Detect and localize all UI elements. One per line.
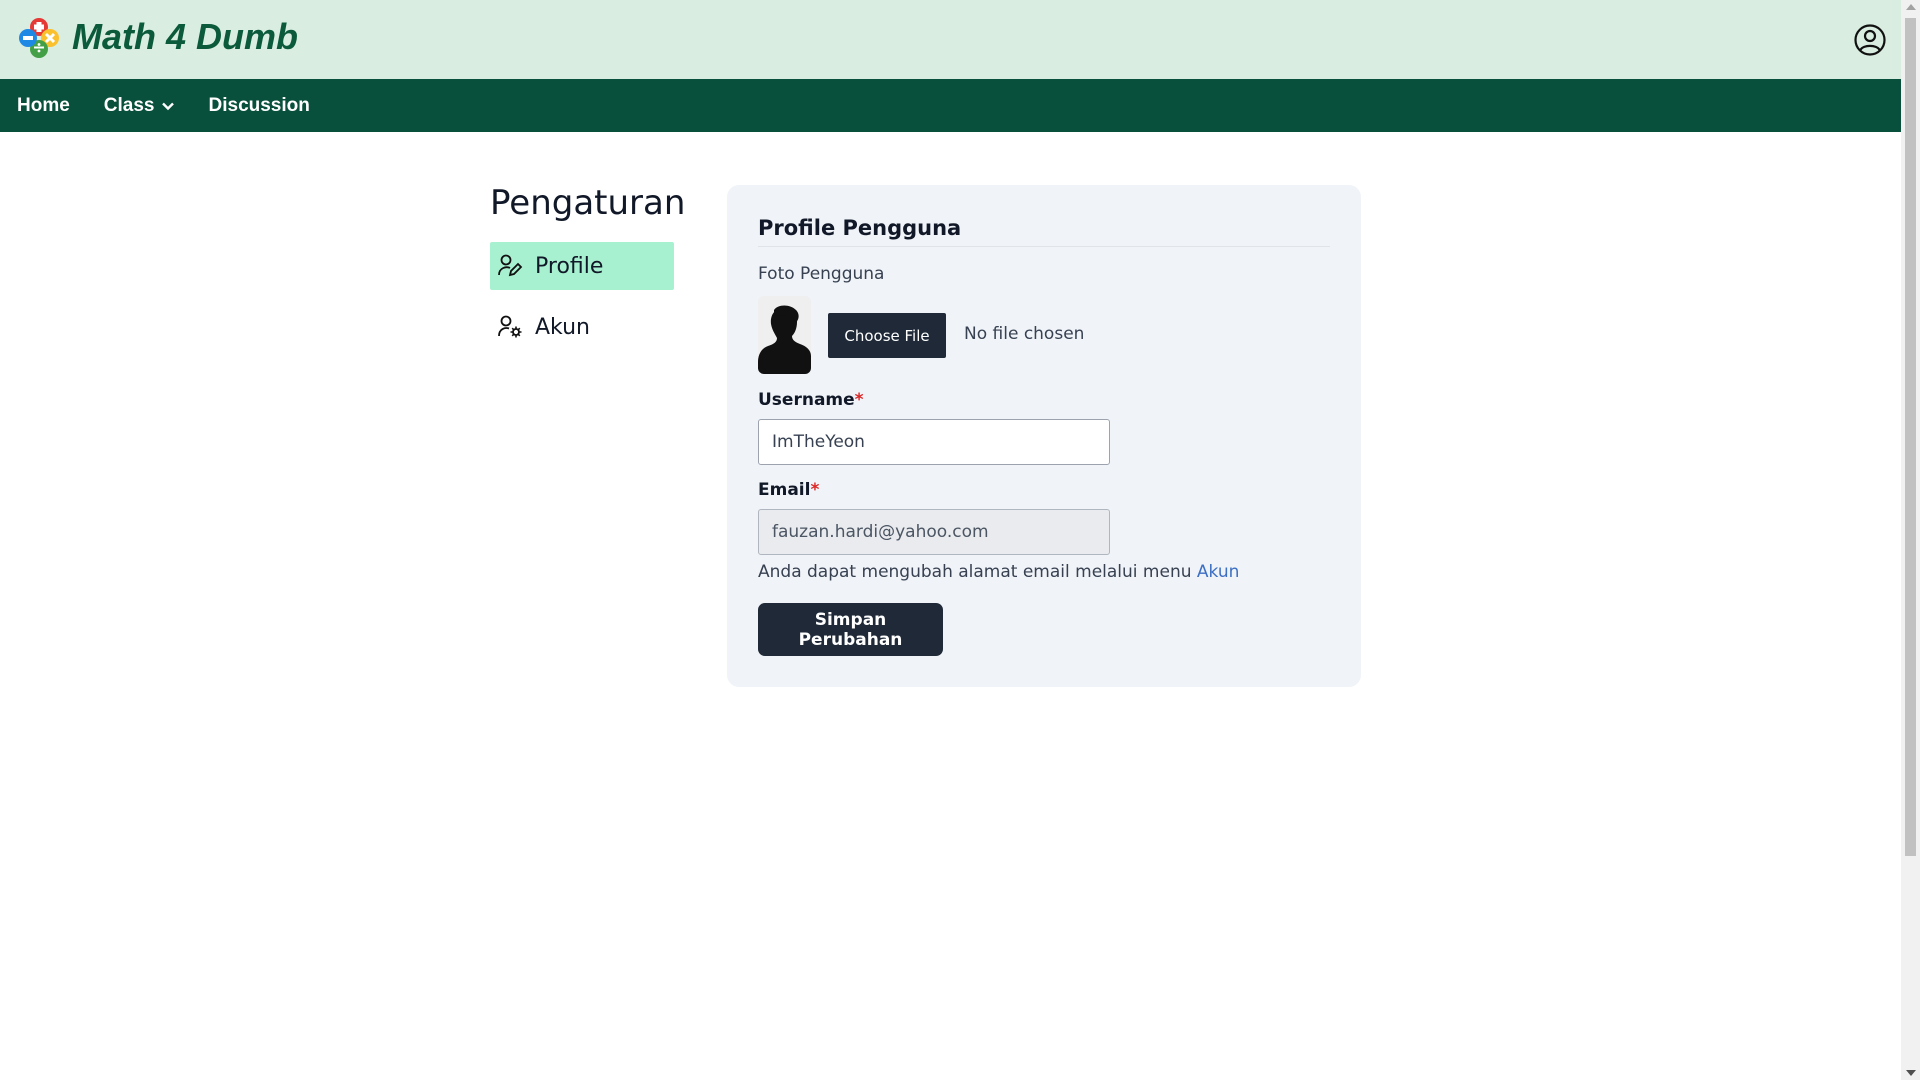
username-label: Username* <box>758 390 864 410</box>
nav-home-label: Home <box>17 94 70 116</box>
chevron-down-icon <box>161 102 174 110</box>
email-label: Email* <box>758 480 819 500</box>
sidebar-item-profile-label: Profile <box>535 253 604 279</box>
nav-discussion-label: Discussion <box>208 94 310 116</box>
avatar <box>758 296 811 374</box>
divider <box>758 246 1330 247</box>
sidebar-item-akun-label: Akun <box>535 314 590 340</box>
user-gear-icon <box>498 315 522 338</box>
brand-name[interactable]: Math 4 Dumb <box>72 16 298 58</box>
akun-link[interactable]: Akun <box>1197 562 1240 582</box>
profile-card: Profile Pengguna Foto Pengguna Choose Fi… <box>727 185 1361 687</box>
sidebar-item-akun[interactable]: Akun <box>490 303 674 351</box>
nav-discussion[interactable]: Discussion <box>209 95 310 117</box>
nav-home[interactable]: Home <box>17 95 70 117</box>
photo-label: Foto Pengguna <box>758 264 885 284</box>
username-input[interactable] <box>758 419 1110 465</box>
email-label-text: Email <box>758 480 811 500</box>
user-edit-icon <box>498 254 523 277</box>
file-status: No file chosen <box>964 324 1085 344</box>
card-title: Profile Pengguna <box>758 216 962 240</box>
nav-class-label: Class <box>103 94 155 116</box>
math-operators-logo-icon[interactable] <box>17 17 61 61</box>
user-circle-icon[interactable] <box>1853 23 1887 57</box>
settings-title: Pengaturan <box>490 183 686 223</box>
nav-class-dropdown[interactable]: Class <box>104 95 175 117</box>
profile-silhouette-image <box>758 296 811 374</box>
required-mark: * <box>810 480 820 500</box>
required-mark: * <box>854 390 864 410</box>
page-scrollbar[interactable] <box>1901 0 1920 1080</box>
email-input <box>758 509 1110 555</box>
choose-file-button[interactable]: Choose File <box>828 313 946 358</box>
top-header: Math 4 Dumb <box>0 0 1901 79</box>
scrollbar-thumb[interactable] <box>1905 18 1916 856</box>
username-label-text: Username <box>758 390 855 410</box>
main-navbar: Home Class Discussion <box>0 79 1901 132</box>
email-hint-text: Anda dapat mengubah alamat email melalui… <box>758 562 1197 582</box>
save-changes-button[interactable]: Simpan Perubahan <box>758 603 943 656</box>
scroll-up-arrow-icon[interactable] <box>1906 4 1916 10</box>
scroll-down-arrow-icon[interactable] <box>1906 1070 1916 1076</box>
email-hint: Anda dapat mengubah alamat email melalui… <box>758 562 1239 582</box>
sidebar-item-profile[interactable]: Profile <box>490 242 674 290</box>
